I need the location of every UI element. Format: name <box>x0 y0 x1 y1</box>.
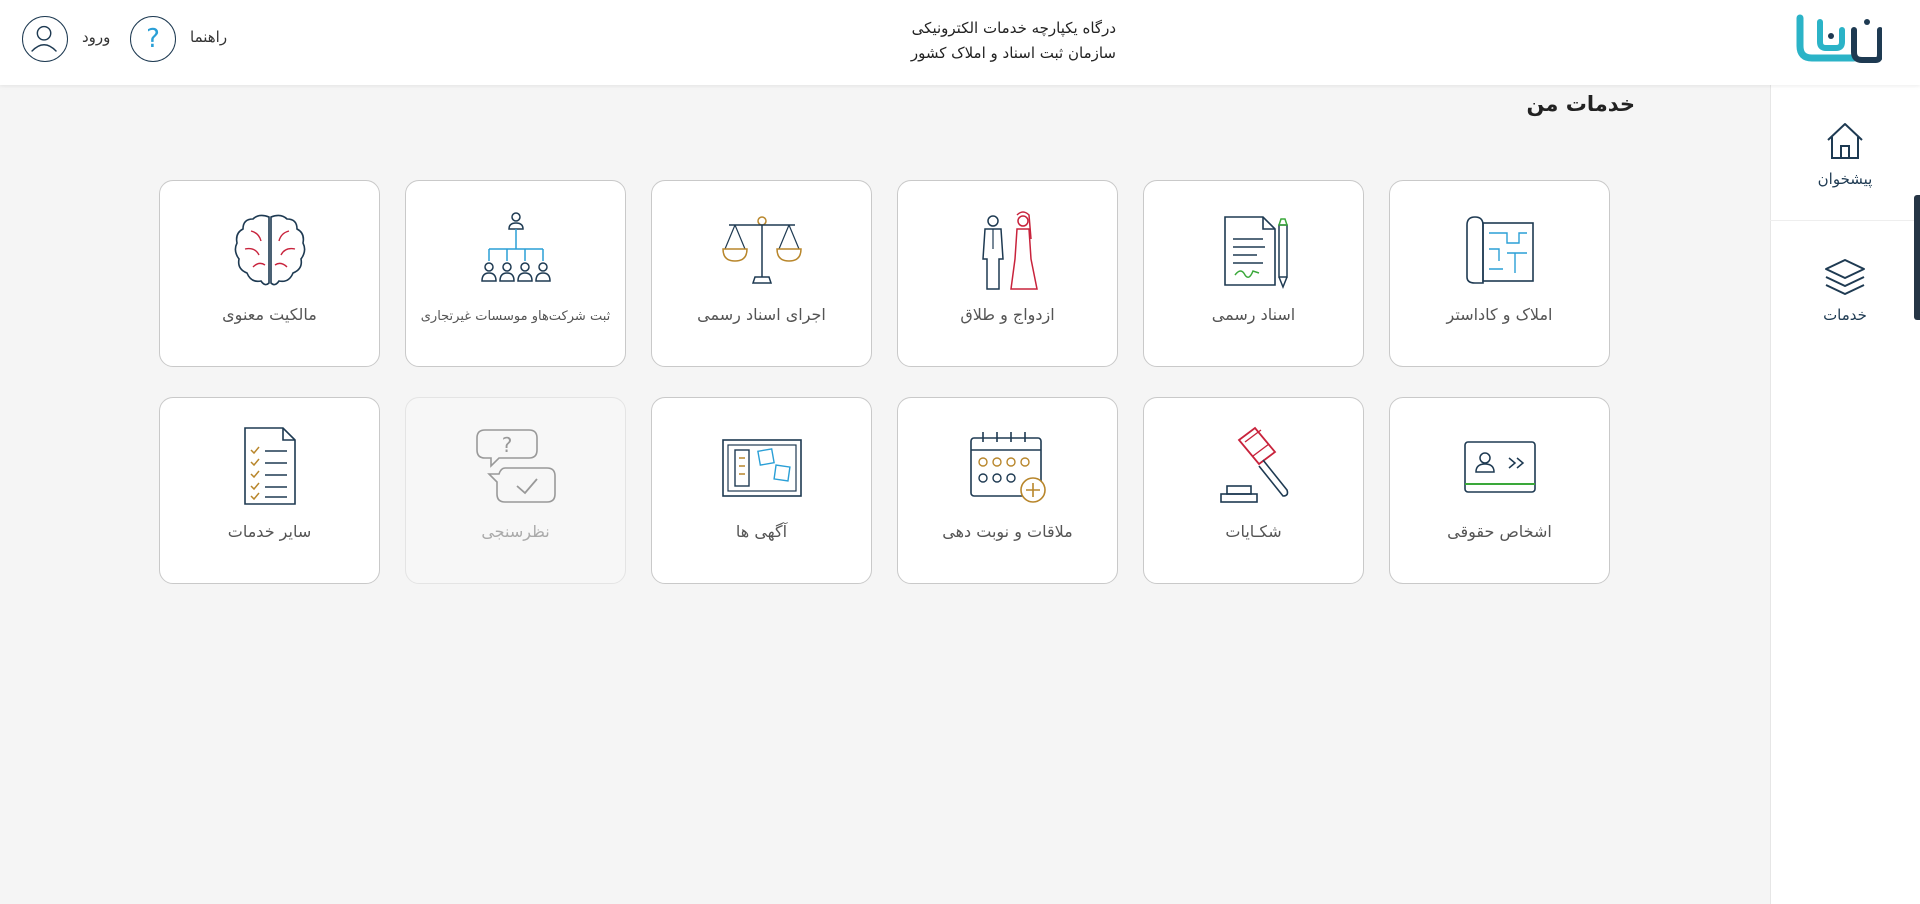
bride-groom-icon <box>981 211 1038 290</box>
service-tile-announcements[interactable]: آگهی ها <box>651 397 872 584</box>
calendar-plus-icon <box>969 432 1046 503</box>
services-grid: املاک و کاداستر اسناد رسمی ازدواج و طلاق <box>159 180 1610 586</box>
service-tile-survey: ? نظرسنجی <box>405 397 626 584</box>
service-tile-label: املاک و کاداستر <box>1446 305 1553 324</box>
portal-title: درگاه یکپارچه خدمات الکترونیکی سازمان ثب… <box>906 16 1116 66</box>
checklist-icon <box>243 427 296 505</box>
service-tile-label: ثبت شرکت‌هاو موسسات غیرتجاری <box>420 309 611 324</box>
service-tile-intellectual-property[interactable]: مالکیت معنوی <box>159 180 380 367</box>
user-area: ورود ? راهنما <box>22 16 242 62</box>
service-tile-label: آگهی ها <box>735 522 788 541</box>
sidebar-item-dashboard[interactable]: پیشخوان <box>1770 85 1920 221</box>
service-tile-label: نظرسنجی <box>481 522 550 541</box>
service-tile-label: اجرای اسناد رسمی <box>697 305 826 324</box>
login-link[interactable]: ورود <box>82 28 110 46</box>
svg-text:?: ? <box>501 433 512 457</box>
scales-icon <box>721 216 802 284</box>
help-link[interactable]: راهنما <box>190 28 227 46</box>
org-chart-icon <box>480 212 551 282</box>
service-tile-other-services[interactable]: سایر خدمات <box>159 397 380 584</box>
gavel-icon <box>1219 426 1288 503</box>
sidebar-scroll-indicator <box>1914 195 1920 320</box>
service-tile-label: اشخاص حقوقی <box>1447 522 1552 541</box>
service-tile-label: ملاقات و نوبت دهی <box>942 522 1073 541</box>
survey-chat-icon: ? <box>475 429 556 503</box>
bulletin-board-icon <box>721 439 802 497</box>
top-header: درگاه یکپارچه خدمات الکترونیکی سازمان ثب… <box>0 0 1920 85</box>
service-tile-document-enforcement[interactable]: اجرای اسناد رسمی <box>651 180 872 367</box>
user-circle-icon[interactable] <box>22 16 68 62</box>
service-tile-label: شکـایات <box>1225 522 1282 541</box>
sidebar-item-label: پیشخوان <box>1817 169 1873 188</box>
service-tile-marriage-divorce[interactable]: ازدواج و طلاق <box>897 180 1118 367</box>
sabt-man-logo[interactable] <box>1796 12 1883 66</box>
service-tile-complaints[interactable]: شکـایات <box>1143 397 1364 584</box>
service-tile-label: اسناد رسمی <box>1211 305 1296 324</box>
id-card-icon <box>1463 441 1536 493</box>
service-tile-legal-entities[interactable]: اشخاص حقوقی <box>1389 397 1610 584</box>
question-circle-icon[interactable]: ? <box>130 16 176 62</box>
portal-title-line1: درگاه یکپارچه خدمات الکترونیکی <box>911 19 1116 37</box>
service-tile-label: مالکیت معنوی <box>222 305 317 324</box>
portal-title-line2: سازمان ثبت اسناد و املاک کشور <box>910 44 1116 62</box>
page-title: خدمات من <box>1526 92 1635 116</box>
service-tile-label: ازدواج و طلاق <box>960 305 1055 324</box>
service-tile-official-documents[interactable]: اسناد رسمی <box>1143 180 1364 367</box>
sidebar: پیشخوان خدمات <box>1770 85 1920 904</box>
sidebar-item-label: خدمات <box>1823 306 1867 324</box>
service-tile-label: سایر خدمات <box>227 522 312 541</box>
document-pen-icon <box>1223 216 1288 290</box>
service-tile-company-registration[interactable]: ثبت شرکت‌هاو موسسات غیرتجاری <box>405 180 626 367</box>
layers-icon <box>1825 259 1865 295</box>
sidebar-item-services[interactable]: خدمات <box>1770 221 1920 357</box>
map-scroll-icon <box>1465 216 1534 284</box>
service-tile-appointments[interactable]: ملاقات و نوبت دهی <box>897 397 1118 584</box>
home-icon <box>1827 122 1863 159</box>
brain-icon <box>234 214 305 286</box>
service-tile-estates[interactable]: املاک و کاداستر <box>1389 180 1610 367</box>
